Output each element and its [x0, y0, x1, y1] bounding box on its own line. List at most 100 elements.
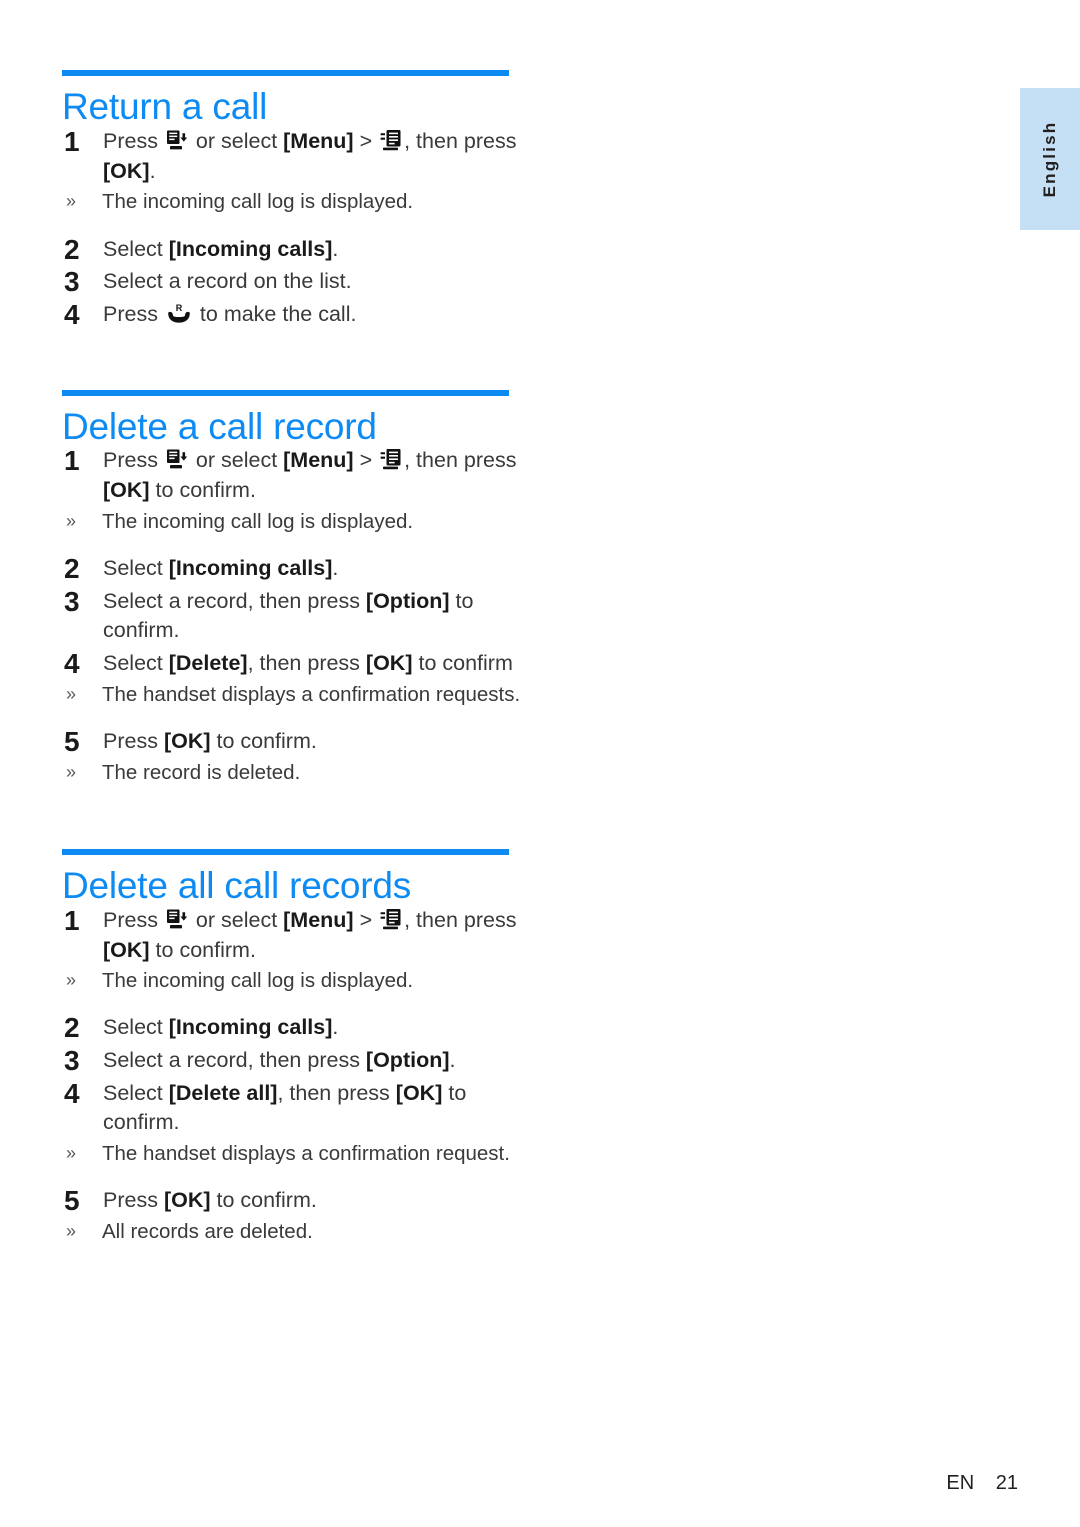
- step-text: Select: [103, 236, 169, 261]
- step-text: to confirm.: [210, 728, 317, 753]
- ui-token: [OK]: [365, 651, 413, 676]
- ui-token: [Incoming calls]: [168, 1015, 333, 1040]
- step-body: Select a record, then press [Option].: [103, 1046, 532, 1076]
- step-result-note: » The handset displays a confirmation req…: [62, 1140, 532, 1168]
- call-log-key-icon: [166, 908, 188, 930]
- note-text: The record is deleted.: [102, 760, 301, 784]
- heading-rule: [62, 70, 509, 76]
- step-text: , then press: [277, 1080, 396, 1105]
- ui-token: [Option]: [365, 1048, 450, 1073]
- step-item: 2 Select [Incoming calls].: [62, 553, 532, 585]
- note-text: The handset displays a confirmation requ…: [102, 1142, 510, 1166]
- step-body: Select [Delete all], then press [OK] to …: [103, 1079, 532, 1138]
- section-heading: Return a call: [62, 86, 268, 127]
- section-heading: Delete a call record: [62, 405, 377, 447]
- step-body: Press or select [Menu] > , then press [O…: [103, 906, 532, 965]
- step-number: 5: [64, 1185, 80, 1217]
- step-text: , then press: [404, 907, 517, 932]
- step-text: , then press: [404, 128, 517, 153]
- call-log-menu-icon: [380, 129, 402, 151]
- step-text: Press: [103, 448, 164, 473]
- step-text: Select: [103, 1080, 169, 1105]
- page-footer: EN 21: [0, 1472, 1018, 1495]
- step-text: Press: [103, 301, 164, 326]
- step-body: Press to make the call.: [103, 300, 532, 330]
- step-item: 4 Select [Delete all], then press [OK] to…: [62, 1078, 532, 1138]
- step-body: Press [OK] to confirm.: [103, 727, 532, 757]
- note-text: All records are deleted.: [102, 1220, 313, 1244]
- step-text: Select: [103, 1015, 169, 1040]
- heading-rule: [62, 389, 509, 396]
- step-number: 2: [64, 1012, 80, 1044]
- step-body: Select [Incoming calls].: [103, 554, 532, 584]
- step-number: 2: [64, 553, 80, 585]
- step-item: 1 Press or select [Menu] > , then press […: [62, 904, 532, 965]
- step-item: 3 Select a record on the list.: [62, 266, 532, 297]
- ui-token: [Delete]: [168, 651, 248, 676]
- ui-token: [Menu]: [283, 128, 354, 153]
- step-body: Select [Delete], then press [OK] to conf…: [103, 649, 532, 679]
- note-text: The incoming call log is displayed.: [102, 190, 414, 214]
- step-text: to confirm.: [210, 1188, 317, 1213]
- step-text: to confirm.: [149, 478, 256, 503]
- ui-token: [OK]: [163, 728, 211, 753]
- ui-token: [OK]: [395, 1080, 443, 1105]
- step-text: or select: [189, 448, 284, 473]
- step-text: Select: [103, 556, 169, 581]
- step-text: Select a record on the list.: [103, 269, 352, 294]
- step-text: to confirm.: [149, 937, 256, 962]
- talk-key-icon: [166, 302, 192, 324]
- step-number: 4: [64, 648, 80, 680]
- step-item: 5 Press [OK] to confirm.: [62, 1185, 532, 1217]
- step-number: 5: [64, 725, 80, 757]
- step-number: 3: [64, 585, 80, 617]
- step-list: 1 Press or select [Menu] > , then press […: [62, 904, 532, 1246]
- step-text: Select: [103, 651, 169, 676]
- step-body: Press [OK] to confirm.: [103, 1186, 532, 1216]
- step-item: 4 Select [Delete], then press [OK] to con…: [62, 648, 532, 680]
- step-number: 1: [64, 904, 80, 936]
- step-text: .: [332, 1015, 339, 1040]
- language-tab-label: English: [1040, 120, 1059, 198]
- step-number: 1: [64, 125, 80, 157]
- ui-token: [OK]: [103, 478, 150, 503]
- step-text: >: [353, 128, 379, 153]
- step-text: .: [332, 556, 339, 581]
- step-body: Press or select [Menu] > , then press [O…: [103, 446, 532, 505]
- section-return-a-call: Return a call 1 Press or select [Menu] > ,…: [62, 70, 532, 330]
- ui-token: [Delete all]: [168, 1080, 278, 1105]
- page-content: Return a call 1 Press or select [Menu] > ,…: [62, 70, 532, 1246]
- double-angle-icon: »: [66, 1143, 77, 1164]
- step-body: Select a record on the list.: [103, 267, 532, 297]
- double-angle-icon: »: [66, 683, 77, 704]
- ui-token: [Menu]: [283, 448, 354, 473]
- step-text: Select a record, then press: [103, 1048, 366, 1073]
- step-result-note: » All records are deleted.: [62, 1218, 532, 1246]
- step-text: >: [353, 448, 379, 473]
- ui-token: [Menu]: [283, 907, 354, 932]
- double-angle-icon: »: [66, 970, 77, 991]
- step-text: to make the call.: [193, 301, 357, 326]
- step-text: Press: [103, 907, 164, 932]
- step-text: , then press: [247, 651, 366, 676]
- step-body: Select [Incoming calls].: [103, 1013, 532, 1043]
- step-result-note: » The incoming call log is displayed.: [62, 188, 532, 216]
- step-item: 4 Press to make the call.: [62, 299, 532, 330]
- step-item: 1 Press or select [Menu] > , then press […: [62, 125, 532, 186]
- call-log-key-icon: [166, 448, 188, 470]
- step-result-note: » The incoming call log is displayed.: [62, 967, 532, 995]
- step-text: Press: [103, 728, 164, 753]
- ui-token: [OK]: [163, 1188, 211, 1213]
- language-tab: English: [1020, 88, 1080, 230]
- step-number: 2: [64, 233, 80, 265]
- double-angle-icon: »: [66, 761, 77, 782]
- step-text: .: [332, 236, 339, 261]
- call-log-menu-icon: [380, 908, 402, 930]
- step-body: Select [Incoming calls].: [103, 235, 532, 265]
- double-angle-icon: »: [66, 510, 77, 531]
- step-text: .: [449, 1048, 456, 1073]
- step-item: 3 Select a record, then press [Option].: [62, 1045, 532, 1076]
- footer-locale: EN: [946, 1472, 975, 1494]
- step-text: , then press: [404, 448, 517, 473]
- note-text: The incoming call log is displayed.: [102, 969, 414, 993]
